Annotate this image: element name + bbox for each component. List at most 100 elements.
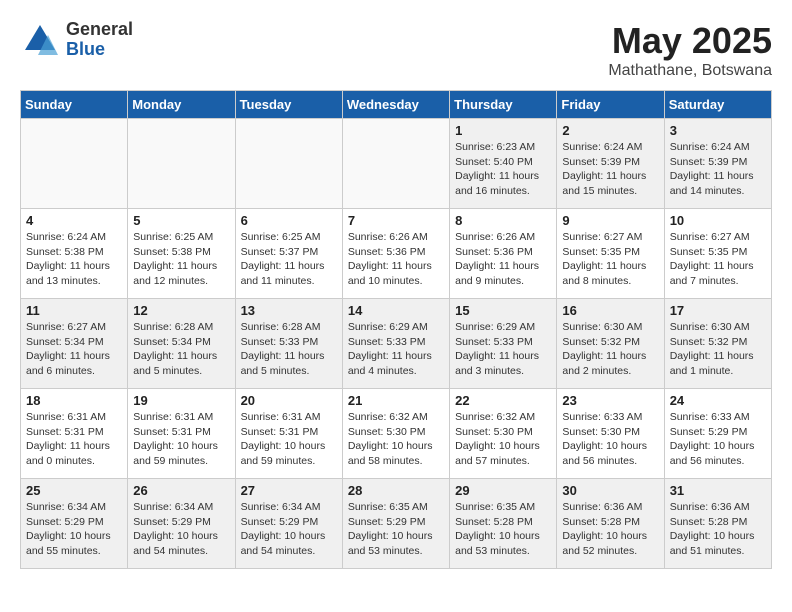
logo-blue-text: Blue xyxy=(66,40,133,60)
weekday-header-tuesday: Tuesday xyxy=(235,91,342,119)
calendar-cell xyxy=(235,119,342,209)
calendar-cell: 20 Sunrise: 6:31 AMSunset: 5:31 PMDayligh… xyxy=(235,389,342,479)
calendar-cell: 22 Sunrise: 6:32 AMSunset: 5:30 PMDayligh… xyxy=(450,389,557,479)
day-info: Sunrise: 6:34 AMSunset: 5:29 PMDaylight:… xyxy=(241,500,337,559)
weekday-header-thursday: Thursday xyxy=(450,91,557,119)
calendar-cell: 31 Sunrise: 6:36 AMSunset: 5:28 PMDayligh… xyxy=(664,479,771,569)
day-number: 14 xyxy=(348,303,444,318)
calendar-cell: 28 Sunrise: 6:35 AMSunset: 5:29 PMDayligh… xyxy=(342,479,449,569)
day-number: 9 xyxy=(562,213,658,228)
day-number: 11 xyxy=(26,303,122,318)
calendar-cell: 15 Sunrise: 6:29 AMSunset: 5:33 PMDayligh… xyxy=(450,299,557,389)
calendar-cell: 30 Sunrise: 6:36 AMSunset: 5:28 PMDayligh… xyxy=(557,479,664,569)
calendar-cell: 26 Sunrise: 6:34 AMSunset: 5:29 PMDayligh… xyxy=(128,479,235,569)
day-info: Sunrise: 6:31 AMSunset: 5:31 PMDaylight:… xyxy=(26,410,122,469)
day-info: Sunrise: 6:24 AMSunset: 5:39 PMDaylight:… xyxy=(562,140,658,199)
day-info: Sunrise: 6:36 AMSunset: 5:28 PMDaylight:… xyxy=(670,500,766,559)
day-number: 1 xyxy=(455,123,551,138)
day-info: Sunrise: 6:26 AMSunset: 5:36 PMDaylight:… xyxy=(348,230,444,289)
day-number: 31 xyxy=(670,483,766,498)
calendar-cell: 29 Sunrise: 6:35 AMSunset: 5:28 PMDayligh… xyxy=(450,479,557,569)
calendar-table: SundayMondayTuesdayWednesdayThursdayFrid… xyxy=(20,90,772,569)
calendar-cell: 11Sunrise: 6:27 AMSunset: 5:34 PMDayligh… xyxy=(21,299,128,389)
day-info: Sunrise: 6:26 AMSunset: 5:36 PMDaylight:… xyxy=(455,230,551,289)
calendar-cell: 9 Sunrise: 6:27 AMSunset: 5:35 PMDaylight… xyxy=(557,209,664,299)
day-number: 4 xyxy=(26,213,122,228)
weekday-header-row: SundayMondayTuesdayWednesdayThursdayFrid… xyxy=(21,91,772,119)
calendar-cell: 23Sunrise: 6:33 AMSunset: 5:30 PMDayligh… xyxy=(557,389,664,479)
day-number: 16 xyxy=(562,303,658,318)
day-number: 15 xyxy=(455,303,551,318)
day-info: Sunrise: 6:36 AMSunset: 5:28 PMDaylight:… xyxy=(562,500,658,559)
calendar-cell: 14 Sunrise: 6:29 AMSunset: 5:33 PMDayligh… xyxy=(342,299,449,389)
calendar-cell: 4 Sunrise: 6:24 AMSunset: 5:38 PMDaylight… xyxy=(21,209,128,299)
calendar-cell: 21Sunrise: 6:32 AMSunset: 5:30 PMDayligh… xyxy=(342,389,449,479)
day-number: 13 xyxy=(241,303,337,318)
day-number: 8 xyxy=(455,213,551,228)
day-info: Sunrise: 6:29 AMSunset: 5:33 PMDaylight:… xyxy=(348,320,444,379)
title-area: May 2025 Mathathane, Botswana xyxy=(608,20,772,80)
weekday-header-wednesday: Wednesday xyxy=(342,91,449,119)
calendar-week-row: 1 Sunrise: 6:23 AMSunset: 5:40 PMDaylight… xyxy=(21,119,772,209)
calendar-cell: 6Sunrise: 6:25 AMSunset: 5:37 PMDaylight… xyxy=(235,209,342,299)
location-title: Mathathane, Botswana xyxy=(608,62,772,80)
calendar-cell: 17 Sunrise: 6:30 AMSunset: 5:32 PMDayligh… xyxy=(664,299,771,389)
day-info: Sunrise: 6:27 AMSunset: 5:35 PMDaylight:… xyxy=(562,230,658,289)
day-number: 3 xyxy=(670,123,766,138)
day-info: Sunrise: 6:28 AMSunset: 5:33 PMDaylight:… xyxy=(241,320,337,379)
day-number: 7 xyxy=(348,213,444,228)
calendar-cell xyxy=(21,119,128,209)
day-number: 19 xyxy=(133,393,229,408)
calendar-week-row: 4 Sunrise: 6:24 AMSunset: 5:38 PMDaylight… xyxy=(21,209,772,299)
day-number: 5 xyxy=(133,213,229,228)
day-info: Sunrise: 6:25 AMSunset: 5:37 PMDaylight:… xyxy=(241,230,337,289)
day-info: Sunrise: 6:23 AMSunset: 5:40 PMDaylight:… xyxy=(455,140,551,199)
calendar-cell: 7 Sunrise: 6:26 AMSunset: 5:36 PMDaylight… xyxy=(342,209,449,299)
day-info: Sunrise: 6:27 AMSunset: 5:35 PMDaylight:… xyxy=(670,230,766,289)
day-number: 26 xyxy=(133,483,229,498)
calendar-cell: 25Sunrise: 6:34 AMSunset: 5:29 PMDayligh… xyxy=(21,479,128,569)
day-number: 12 xyxy=(133,303,229,318)
day-info: Sunrise: 6:25 AMSunset: 5:38 PMDaylight:… xyxy=(133,230,229,289)
day-info: Sunrise: 6:35 AMSunset: 5:28 PMDaylight:… xyxy=(455,500,551,559)
day-info: Sunrise: 6:30 AMSunset: 5:32 PMDaylight:… xyxy=(670,320,766,379)
day-info: Sunrise: 6:34 AMSunset: 5:29 PMDaylight:… xyxy=(133,500,229,559)
month-title: May 2025 xyxy=(608,20,772,62)
calendar-cell xyxy=(128,119,235,209)
calendar-cell: 24Sunrise: 6:33 AMSunset: 5:29 PMDayligh… xyxy=(664,389,771,479)
day-info: Sunrise: 6:35 AMSunset: 5:29 PMDaylight:… xyxy=(348,500,444,559)
day-info: Sunrise: 6:24 AMSunset: 5:38 PMDaylight:… xyxy=(26,230,122,289)
logo-text: General Blue xyxy=(66,20,133,60)
day-info: Sunrise: 6:32 AMSunset: 5:30 PMDaylight:… xyxy=(455,410,551,469)
day-info: Sunrise: 6:31 AMSunset: 5:31 PMDaylight:… xyxy=(241,410,337,469)
calendar-cell: 18Sunrise: 6:31 AMSunset: 5:31 PMDayligh… xyxy=(21,389,128,479)
day-number: 22 xyxy=(455,393,551,408)
day-number: 28 xyxy=(348,483,444,498)
calendar-cell: 16Sunrise: 6:30 AMSunset: 5:32 PMDayligh… xyxy=(557,299,664,389)
calendar-cell: 3 Sunrise: 6:24 AMSunset: 5:39 PMDaylight… xyxy=(664,119,771,209)
day-number: 2 xyxy=(562,123,658,138)
day-number: 30 xyxy=(562,483,658,498)
calendar-cell: 5 Sunrise: 6:25 AMSunset: 5:38 PMDaylight… xyxy=(128,209,235,299)
calendar-week-row: 25Sunrise: 6:34 AMSunset: 5:29 PMDayligh… xyxy=(21,479,772,569)
day-info: Sunrise: 6:32 AMSunset: 5:30 PMDaylight:… xyxy=(348,410,444,469)
logo-icon xyxy=(20,20,60,60)
calendar-cell: 12 Sunrise: 6:28 AMSunset: 5:34 PMDayligh… xyxy=(128,299,235,389)
day-number: 20 xyxy=(241,393,337,408)
weekday-header-friday: Friday xyxy=(557,91,664,119)
day-number: 24 xyxy=(670,393,766,408)
weekday-header-monday: Monday xyxy=(128,91,235,119)
calendar-cell: 8 Sunrise: 6:26 AMSunset: 5:36 PMDaylight… xyxy=(450,209,557,299)
page-header: General Blue May 2025 Mathathane, Botswa… xyxy=(20,20,772,80)
logo: General Blue xyxy=(20,20,133,60)
day-info: Sunrise: 6:28 AMSunset: 5:34 PMDaylight:… xyxy=(133,320,229,379)
day-info: Sunrise: 6:29 AMSunset: 5:33 PMDaylight:… xyxy=(455,320,551,379)
weekday-header-saturday: Saturday xyxy=(664,91,771,119)
calendar-cell: 19 Sunrise: 6:31 AMSunset: 5:31 PMDayligh… xyxy=(128,389,235,479)
day-number: 17 xyxy=(670,303,766,318)
day-info: Sunrise: 6:24 AMSunset: 5:39 PMDaylight:… xyxy=(670,140,766,199)
day-info: Sunrise: 6:31 AMSunset: 5:31 PMDaylight:… xyxy=(133,410,229,469)
day-number: 23 xyxy=(562,393,658,408)
day-number: 29 xyxy=(455,483,551,498)
weekday-header-sunday: Sunday xyxy=(21,91,128,119)
